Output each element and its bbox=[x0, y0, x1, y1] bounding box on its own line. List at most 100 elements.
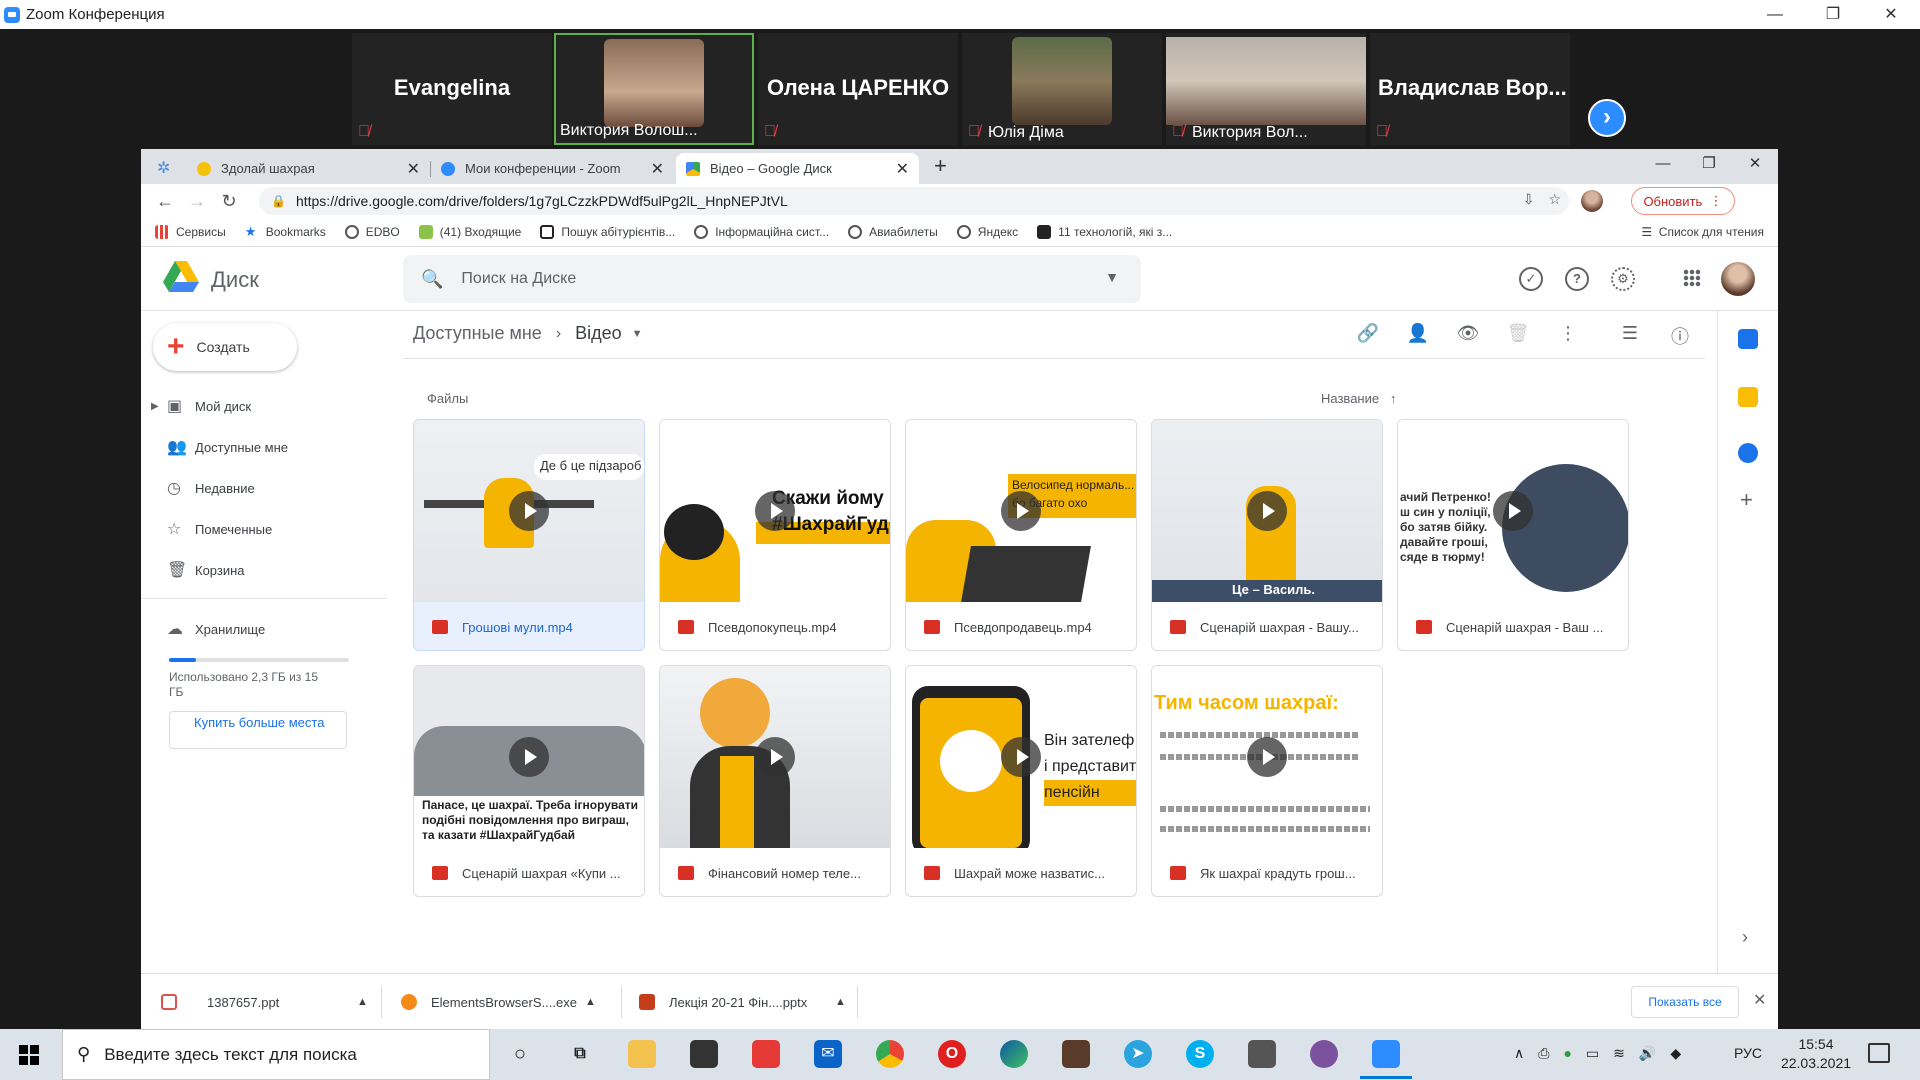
bookmark-item[interactable]: ★ Bookmarks bbox=[245, 225, 326, 240]
play-icon[interactable] bbox=[1247, 737, 1287, 777]
gift-app-icon[interactable] bbox=[752, 1040, 780, 1068]
notification-center-icon[interactable] bbox=[1868, 1043, 1890, 1063]
list-view-icon[interactable]: ☰ bbox=[1605, 323, 1655, 349]
google-apps-icon[interactable] bbox=[1683, 269, 1701, 287]
tab-close-icon[interactable]: ✕ bbox=[651, 159, 664, 179]
wifi-icon[interactable]: ≋ bbox=[1613, 1045, 1625, 1062]
bookmark-star-icon[interactable]: ☆ bbox=[1548, 191, 1561, 208]
back-icon[interactable]: ← bbox=[149, 191, 181, 212]
offline-ready-icon[interactable]: ✓ bbox=[1519, 267, 1543, 291]
close-downloads-icon[interactable]: ✕ bbox=[1753, 990, 1766, 1010]
calendar-icon[interactable] bbox=[1738, 329, 1758, 349]
bookmark-item[interactable]: (41) Входящие bbox=[418, 225, 521, 239]
opera-icon[interactable]: O bbox=[938, 1040, 966, 1068]
bookmark-item[interactable]: Авиабилеты bbox=[848, 225, 938, 239]
play-icon[interactable] bbox=[1493, 491, 1533, 531]
drive-search-input[interactable]: 🔍 Поиск на Диске ▼ bbox=[403, 255, 1141, 303]
bookmark-item[interactable]: Інформаційна сист... bbox=[694, 225, 829, 239]
sidebar-item-starred[interactable]: ☆ Помеченные bbox=[141, 512, 391, 546]
sort-by-name[interactable]: Название ↑ bbox=[1321, 391, 1396, 406]
system-clock[interactable]: 15:54 22.03.2021 bbox=[1776, 1035, 1856, 1073]
buy-storage-button[interactable]: Купить больше места bbox=[169, 711, 347, 749]
minimize-button[interactable]: — bbox=[1746, 0, 1804, 29]
tab-close-icon[interactable]: ✕ bbox=[407, 159, 420, 179]
participant-tile[interactable]: Олена ЦАРЕНКО 🎙̸ bbox=[758, 33, 958, 145]
play-icon[interactable] bbox=[509, 737, 549, 777]
download-item[interactable]: 1387657.ppt ▲ bbox=[161, 984, 368, 1020]
link-icon[interactable]: 🔗 bbox=[1343, 323, 1393, 349]
add-addon-icon[interactable]: + bbox=[1740, 487, 1753, 513]
task-view-icon[interactable]: ⧉ bbox=[566, 1040, 594, 1068]
chevron-up-icon[interactable]: ∧ bbox=[1514, 1045, 1524, 1062]
bookmark-item[interactable]: EDBO bbox=[344, 225, 400, 239]
participant-tile[interactable]: Виктория Волош... bbox=[554, 33, 754, 145]
browser-close-button[interactable]: ✕ bbox=[1732, 149, 1778, 179]
update-button[interactable]: Обновить ⋮ bbox=[1631, 187, 1735, 215]
more-vert-icon[interactable]: ⋮ bbox=[1543, 323, 1593, 349]
participant-tile[interactable]: Evangelina 🎙̸ bbox=[352, 33, 552, 145]
tab-zoom-conferences[interactable]: Мои конференции - Zoom ✕ bbox=[431, 153, 674, 184]
zoom-taskbar-icon[interactable] bbox=[1360, 1040, 1412, 1079]
expand-panel-icon[interactable]: › bbox=[1742, 927, 1748, 948]
next-participants-button[interactable]: › bbox=[1588, 99, 1626, 137]
sidebar-item-my-drive[interactable]: ▶ ▣ Мой диск bbox=[141, 389, 391, 423]
bookmark-item[interactable]: Сервисы bbox=[155, 225, 226, 239]
bookmark-item[interactable]: Пошук абітурієнтів... bbox=[540, 225, 675, 239]
file-card[interactable]: Він зателеф і представит пенсійн Шахрай … bbox=[905, 665, 1137, 897]
restore-button[interactable]: ❐ bbox=[1804, 0, 1862, 29]
file-card[interactable]: Тим часом шахраї: Як шахраї крадуть грош… bbox=[1151, 665, 1383, 897]
file-explorer-icon[interactable] bbox=[628, 1040, 656, 1068]
browser-minimize-button[interactable]: — bbox=[1640, 149, 1686, 179]
play-icon[interactable] bbox=[1001, 491, 1041, 531]
windows-start-icon[interactable] bbox=[19, 1045, 39, 1065]
volume-icon[interactable]: 🔊 bbox=[1639, 1045, 1656, 1062]
reading-list[interactable]: ☰ Список для чтения bbox=[1641, 225, 1764, 239]
delete-icon[interactable]: 🗑 bbox=[1493, 323, 1543, 349]
tab-close-icon[interactable]: ✕ bbox=[896, 159, 909, 179]
viber-icon[interactable] bbox=[1310, 1040, 1338, 1068]
sidebar-item-storage[interactable]: ☁ Хранилище bbox=[141, 612, 391, 646]
breadcrumb-current[interactable]: Відео bbox=[575, 323, 622, 344]
file-card[interactable]: Це – Василь. Сценарій шахрая - Вашу... bbox=[1151, 419, 1383, 651]
reload-icon[interactable]: ↻ bbox=[213, 191, 245, 212]
download-item[interactable]: ElementsBrowserS....exe ▲ bbox=[401, 984, 596, 1020]
telegram-icon[interactable]: ➤ bbox=[1124, 1040, 1152, 1068]
play-icon[interactable] bbox=[509, 491, 549, 531]
sidebar-item-trash[interactable]: 🗑 Корзина bbox=[141, 553, 391, 587]
tasks-icon[interactable] bbox=[1738, 443, 1758, 463]
close-button[interactable]: ✕ bbox=[1862, 0, 1920, 29]
info-icon[interactable]: ⓘ bbox=[1655, 323, 1705, 349]
tab-google-drive[interactable]: Відео – Google Диск ✕ bbox=[676, 153, 919, 184]
battery-icon[interactable]: ▭ bbox=[1586, 1045, 1599, 1062]
show-all-downloads-button[interactable]: Показать все bbox=[1631, 986, 1739, 1018]
file-card[interactable]: Велосипед нормаль... бо багато охо Псевд… bbox=[905, 419, 1137, 651]
play-icon[interactable] bbox=[755, 491, 795, 531]
app-tray-icon[interactable]: ● bbox=[1563, 1045, 1571, 1062]
account-avatar[interactable] bbox=[1721, 262, 1755, 296]
new-tab-button[interactable]: + bbox=[934, 153, 947, 179]
breadcrumb-root[interactable]: Доступные мне bbox=[413, 323, 542, 344]
calculator-icon[interactable] bbox=[1248, 1040, 1276, 1068]
play-icon[interactable] bbox=[1001, 737, 1041, 777]
dropbox-icon[interactable]: ◆ bbox=[1670, 1045, 1681, 1062]
expand-arrow-icon[interactable]: ▶ bbox=[151, 401, 159, 412]
file-card[interactable]: Панасе, це шахраї. Треба ігнорувати поді… bbox=[413, 665, 645, 897]
sidebar-item-shared[interactable]: 👥 Доступные мне bbox=[141, 430, 391, 464]
participant-tile[interactable]: 🎙̸ Виктория Вол... bbox=[1166, 33, 1366, 145]
file-card[interactable]: ачий Петренко! ш син у поліції, бо затяв… bbox=[1397, 419, 1629, 651]
bookmark-item[interactable]: 11 технологій, які з... bbox=[1037, 225, 1172, 239]
participant-tile[interactable]: 🎙̸ Юлія Діма bbox=[962, 33, 1162, 145]
preview-eye-icon[interactable]: 👁 bbox=[1443, 323, 1493, 349]
tab-zdolai-shakhraia[interactable]: Здолай шахрая ✕ bbox=[187, 153, 430, 184]
address-bar[interactable]: 🔒 https://drive.google.com/drive/folders… bbox=[259, 187, 1569, 215]
browser-profile-avatar[interactable] bbox=[1581, 190, 1603, 212]
participant-tile[interactable]: Владислав Вор... 🎙̸ bbox=[1370, 33, 1570, 145]
skype-icon[interactable]: S bbox=[1186, 1040, 1214, 1068]
store-icon[interactable] bbox=[690, 1040, 718, 1068]
play-icon[interactable] bbox=[1247, 491, 1287, 531]
file-card[interactable]: Скажи йому #ШахрайГудб Псевдопокупець.mp… bbox=[659, 419, 891, 651]
edge-icon[interactable] bbox=[1000, 1040, 1028, 1068]
file-card[interactable]: Фінансовий номер теле... bbox=[659, 665, 891, 897]
help-icon[interactable]: ? bbox=[1565, 267, 1589, 291]
browser-restore-button[interactable]: ❐ bbox=[1686, 149, 1732, 179]
